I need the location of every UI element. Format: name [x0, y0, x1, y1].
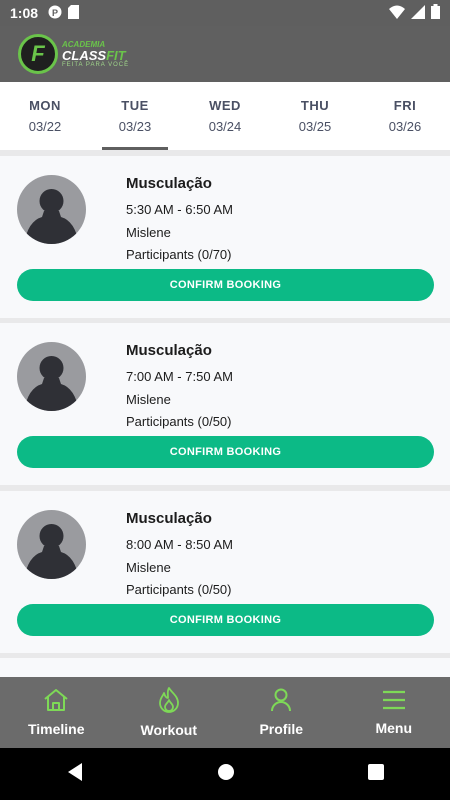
logo-main-text: CLASSFIT — [62, 47, 126, 63]
confirm-booking-button[interactable]: CONFIRM BOOKING — [17, 604, 434, 636]
avatar — [17, 510, 86, 579]
class-list[interactable]: Musculação 5:30 AM - 6:50 AM Mislene Par… — [0, 150, 450, 677]
day-name: FRI — [393, 98, 417, 113]
logo-tagline: FEITA PARA VOCÊ — [62, 61, 130, 68]
nav-menu[interactable]: Menu — [338, 677, 450, 748]
home-icon — [43, 688, 69, 717]
class-card: Musculação 5:30 AM - 6:50 AM Mislene Par… — [0, 156, 450, 318]
class-title: Musculação — [126, 175, 212, 192]
day-tab-mon[interactable]: MON 03/22 — [0, 82, 90, 150]
class-time: 5:30 AM - 6:50 AM — [126, 202, 233, 217]
class-title: Musculação — [126, 510, 212, 527]
day-tab-thu[interactable]: THU 03/25 — [270, 82, 360, 150]
day-date: 03/24 — [208, 119, 242, 134]
class-card — [0, 658, 450, 677]
app-logo: F ACADEMIA CLASSFIT FEITA PARA VOCÊ — [18, 34, 129, 74]
class-instructor: Mislene — [126, 560, 171, 575]
day-name: TUE — [121, 98, 149, 113]
nav-label: Menu — [375, 720, 413, 736]
status-bar: 1:08 P — [0, 0, 450, 26]
day-date: 03/25 — [298, 119, 332, 134]
nav-profile[interactable]: Profile — [225, 677, 338, 748]
class-title: Musculação — [126, 342, 212, 359]
nav-label: Workout — [140, 722, 197, 738]
class-card: Musculação 7:00 AM - 7:50 AM Mislene Par… — [0, 323, 450, 485]
day-tab-fri[interactable]: FRI 03/26 — [360, 82, 450, 150]
class-card: Musculação 8:00 AM - 8:50 AM Mislene Par… — [0, 491, 450, 653]
day-name: THU — [300, 98, 330, 113]
status-time: 1:08 — [10, 5, 39, 21]
user-icon — [270, 688, 292, 717]
flame-icon — [158, 687, 180, 718]
recents-icon[interactable] — [367, 763, 384, 785]
class-instructor: Mislene — [126, 392, 171, 407]
day-tabs: MON 03/22 TUE 03/23 WED 03/24 THU 03/25 … — [0, 82, 450, 150]
avatar — [17, 342, 86, 411]
class-time: 8:00 AM - 8:50 AM — [126, 537, 233, 552]
confirm-booking-button[interactable]: CONFIRM BOOKING — [17, 436, 434, 468]
wifi-icon — [389, 5, 405, 22]
signal-icon — [411, 4, 425, 22]
notification-icon: P — [48, 5, 62, 22]
class-participants: Participants (0/50) — [126, 582, 232, 597]
nav-workout[interactable]: Workout — [113, 677, 226, 748]
class-instructor: Mislene — [126, 225, 171, 240]
class-time: 7:00 AM - 7:50 AM — [126, 369, 233, 384]
class-participants: Participants (0/50) — [126, 414, 232, 429]
battery-icon — [431, 4, 440, 22]
svg-text:P: P — [52, 8, 58, 18]
day-date: 03/22 — [28, 119, 62, 134]
back-icon[interactable] — [66, 762, 84, 787]
day-tab-wed[interactable]: WED 03/24 — [180, 82, 270, 150]
confirm-booking-button[interactable]: CONFIRM BOOKING — [17, 269, 434, 301]
class-participants: Participants (0/70) — [126, 247, 232, 262]
nav-label: Timeline — [27, 721, 85, 737]
system-nav-bar — [0, 748, 450, 800]
day-tab-tue[interactable]: TUE 03/23 — [90, 82, 180, 150]
bottom-nav: Timeline Workout Profile Menu — [0, 677, 450, 748]
nav-timeline[interactable]: Timeline — [0, 677, 113, 748]
nav-label: Profile — [259, 721, 304, 737]
home-circle-icon[interactable] — [217, 763, 235, 786]
day-date: 03/26 — [388, 119, 422, 134]
sd-card-icon — [68, 4, 80, 22]
day-name: MON — [29, 98, 61, 113]
day-date: 03/23 — [118, 119, 152, 134]
logo-badge: F — [18, 34, 58, 74]
avatar — [17, 175, 86, 244]
day-name: WED — [209, 98, 241, 113]
app-header: F ACADEMIA CLASSFIT FEITA PARA VOCÊ — [0, 26, 450, 82]
hamburger-icon — [381, 689, 407, 716]
